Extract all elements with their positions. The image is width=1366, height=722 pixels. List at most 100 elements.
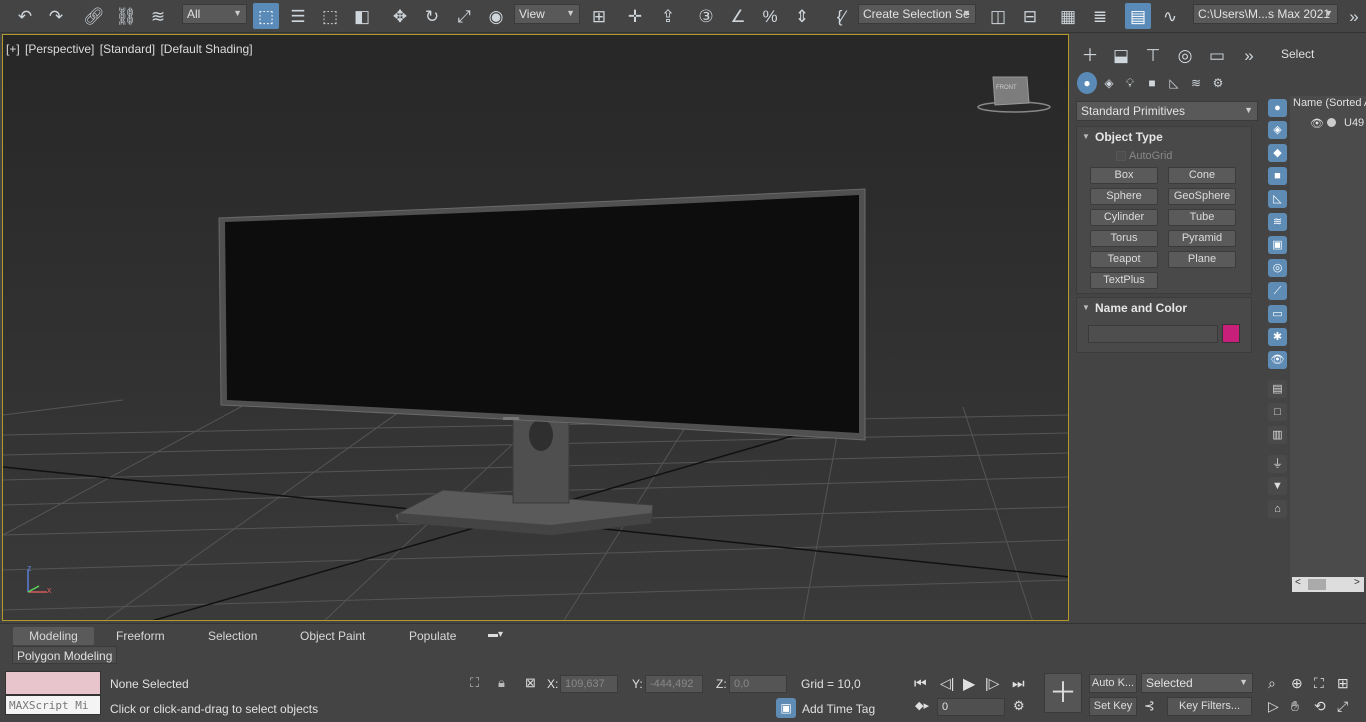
scene-item-u49[interactable]: U49	[1344, 117, 1364, 129]
scroll-right-icon[interactable]: >	[1354, 577, 1360, 588]
mirror-icon[interactable]: ◫	[985, 3, 1011, 29]
next-frame-icon[interactable]: |▷	[985, 675, 999, 692]
viewport-label[interactable]: [+] [Perspective] [Standard] [Default Sh…	[6, 42, 255, 56]
key-tangent-icon[interactable]: ⊰	[1144, 698, 1155, 714]
display-invert-icon[interactable]: □	[1268, 403, 1287, 421]
object-name-field[interactable]	[1088, 325, 1218, 343]
polygon-modeling-panel[interactable]: Polygon Modeling	[12, 646, 118, 664]
bind-spacewarp-icon[interactable]: ≋	[145, 3, 171, 29]
rectangular-selection-icon[interactable]: ⬚	[317, 3, 343, 29]
go-to-end-icon[interactable]: ⏭	[1012, 675, 1025, 692]
key-filters-button[interactable]: Key Filters...	[1167, 697, 1252, 716]
ribbon-toggle-icon[interactable]: ▤	[1125, 3, 1151, 29]
scrollbar-thumb[interactable]	[1308, 579, 1326, 590]
viewcube-label[interactable]: FRONT	[996, 85, 1017, 91]
shapes-category-icon[interactable]: ◈	[1100, 72, 1118, 94]
selection-set-icon[interactable]: ⌂	[1268, 500, 1287, 518]
select-manipulate-icon[interactable]: ✛	[622, 3, 648, 29]
zoom-extents-all-icon[interactable]: ⊞	[1337, 675, 1349, 692]
move-icon[interactable]: ✥	[387, 3, 413, 29]
undo-icon[interactable]: ↶	[12, 3, 38, 29]
display-all-icon[interactable]: ●	[1268, 99, 1287, 117]
play-icon[interactable]: ▶	[963, 674, 975, 694]
plane-button[interactable]: Plane	[1168, 251, 1236, 268]
sphere-button[interactable]: Sphere	[1090, 188, 1158, 205]
selection-filter-dropdown[interactable]: All ▼	[182, 4, 247, 24]
teapot-button[interactable]: Teapot	[1090, 251, 1158, 268]
display-tab-icon[interactable]: ▭	[1204, 42, 1230, 68]
scene-explorer-list[interactable]	[1290, 96, 1366, 582]
select-object-icon[interactable]: ⬚	[253, 3, 279, 29]
display-groups-icon[interactable]: ▣	[1268, 236, 1287, 254]
previous-frame-icon[interactable]: ◁|	[940, 675, 954, 692]
time-tag-icon[interactable]: ▣	[776, 698, 796, 718]
orbit-icon[interactable]: ⟲	[1314, 698, 1326, 715]
maxscript-input[interactable]: MAXScript Mi	[5, 695, 101, 715]
viewport-pov-label[interactable]: [Perspective]	[25, 42, 94, 56]
zoom-extents-icon[interactable]: ⛶	[1314, 675, 1324, 692]
lights-category-icon[interactable]: 💡︎	[1121, 72, 1139, 94]
viewport-menu-label[interactable]: [+]	[6, 42, 20, 56]
edit-named-selection-icon[interactable]: {⁄	[828, 3, 854, 29]
zoom-all-icon[interactable]: ⊕	[1291, 675, 1303, 692]
window-crossing-icon[interactable]: ◧	[349, 3, 375, 29]
snap-toggle-icon[interactable]: ③	[693, 3, 719, 29]
scroll-left-icon[interactable]: <	[1295, 577, 1301, 588]
maxscript-listener-output[interactable]	[5, 671, 101, 695]
add-time-tag[interactable]: Add Time Tag	[802, 702, 875, 716]
display-none-icon[interactable]: ▤	[1268, 380, 1287, 398]
set-key-button[interactable]: Set Key	[1089, 697, 1137, 716]
tab-freeform[interactable]: Freeform	[110, 627, 171, 645]
modify-tab-icon[interactable]: ⬓	[1108, 42, 1134, 68]
z-coordinate-field[interactable]: 0,0	[729, 675, 787, 693]
scene-explorer-toggle-icon[interactable]: ▦	[1055, 3, 1081, 29]
display-children-icon[interactable]: ▥	[1268, 426, 1287, 444]
align-icon[interactable]: ⊟	[1017, 3, 1043, 29]
set-keys-big-button[interactable]: ＋	[1044, 673, 1082, 713]
filter-funnel-icon[interactable]: ▼	[1268, 477, 1287, 495]
link-icon[interactable]: 🔗︎	[81, 3, 107, 29]
visibility-eye-icon[interactable]: 👁︎	[1310, 117, 1324, 130]
hierarchy-tab-icon[interactable]: ⊤	[1140, 42, 1166, 68]
display-containers-icon[interactable]: ▭	[1268, 305, 1287, 323]
display-helpers-icon[interactable]: ◺	[1268, 190, 1287, 208]
systems-category-icon[interactable]: ⚙︎	[1209, 72, 1227, 94]
cameras-category-icon[interactable]: ■	[1143, 72, 1161, 94]
curve-editor-icon[interactable]: ∿	[1157, 3, 1183, 29]
selection-set-dropdown[interactable]: Create Selection Se ▼	[858, 4, 976, 24]
torus-button[interactable]: Torus	[1090, 230, 1158, 247]
y-coordinate-field[interactable]: -444,492	[645, 675, 703, 693]
name-and-color-title[interactable]: Name and Color	[1077, 298, 1251, 318]
display-cameras-icon[interactable]: ■	[1268, 167, 1287, 185]
helpers-category-icon[interactable]: ◺	[1165, 72, 1183, 94]
object-type-title[interactable]: Object Type	[1077, 127, 1251, 147]
spinner-snap-icon[interactable]: ⇕	[789, 3, 815, 29]
rotate-icon[interactable]: ↻	[419, 3, 445, 29]
isolate-selection-icon[interactable]: ⛶	[470, 675, 479, 691]
current-frame-field[interactable]: 0	[937, 698, 1005, 716]
select-by-name-icon[interactable]: ☰	[285, 3, 311, 29]
display-spacewarps-icon[interactable]: ≋	[1268, 213, 1287, 231]
spacewarps-category-icon[interactable]: ≋	[1187, 72, 1205, 94]
display-particles-icon[interactable]: ✱	[1268, 328, 1287, 346]
tube-button[interactable]: Tube	[1168, 209, 1236, 226]
angle-snap-icon[interactable]: ∠	[725, 3, 751, 29]
redo-icon[interactable]: ↷	[43, 3, 69, 29]
geometry-category-icon[interactable]: ●	[1077, 72, 1097, 94]
filter-icon[interactable]: ⏚	[1268, 455, 1287, 473]
display-xrefs-icon[interactable]: ◎	[1268, 259, 1287, 277]
time-configuration-icon[interactable]: ⚙︎	[1013, 698, 1025, 714]
go-to-start-icon[interactable]: ⏮	[914, 675, 927, 692]
project-path-dropdown[interactable]: C:\Users\M...s Max 2021 ▼	[1193, 4, 1338, 24]
reference-coordinate-dropdown[interactable]: View ▼	[514, 4, 580, 24]
unlink-icon[interactable]: ⛓︎	[113, 3, 139, 29]
primitive-category-dropdown[interactable]: Standard Primitives ▼	[1076, 101, 1258, 121]
placement-icon[interactable]: ◉	[483, 3, 509, 29]
ribbon-options-icon[interactable]: ▬▾	[488, 629, 503, 640]
scale-icon[interactable]: ⤢	[451, 3, 477, 29]
maximize-viewport-icon[interactable]: ⤢	[1337, 698, 1348, 715]
pan-view-icon[interactable]: ✋︎	[1291, 698, 1299, 715]
viewport-standard-label[interactable]: [Standard]	[100, 42, 155, 56]
cone-button[interactable]: Cone	[1168, 167, 1236, 184]
autogrid-checkbox[interactable]	[1116, 151, 1126, 161]
